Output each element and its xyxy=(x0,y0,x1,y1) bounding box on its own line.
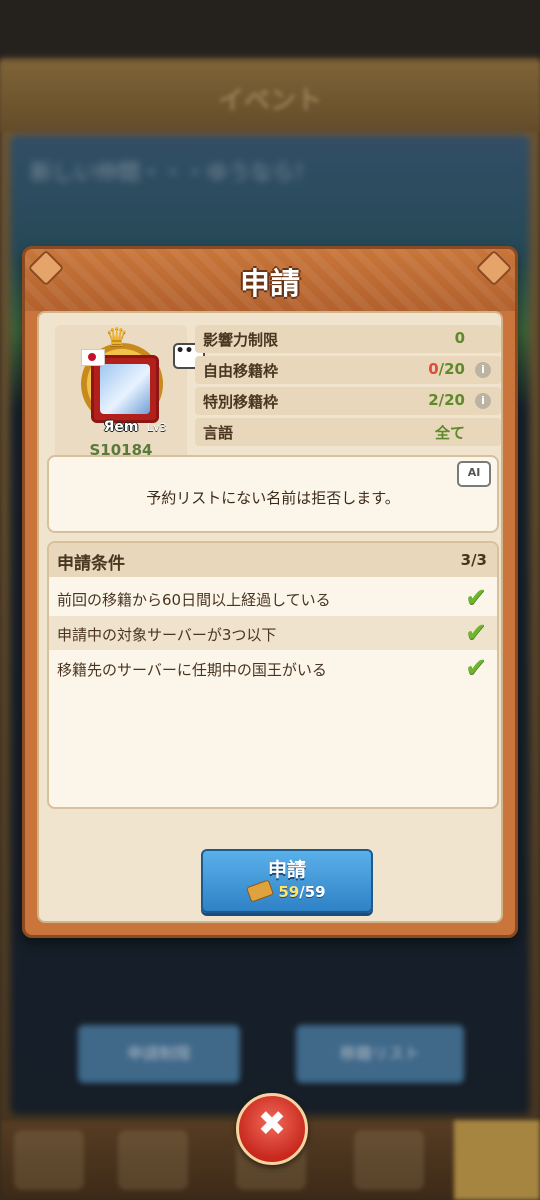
check-icon: ✔ xyxy=(465,653,487,683)
check-icon: ✔ xyxy=(465,618,487,648)
description-text: 予約リストにない名前は拒否します。 xyxy=(146,489,400,507)
condition-text: 前回の移籍から60日間以上経過している xyxy=(57,591,331,609)
japan-flag-icon xyxy=(81,349,105,366)
info-icon[interactable]: i xyxy=(475,362,491,378)
cost-total: /59 xyxy=(299,883,326,901)
check-icon: ✔ xyxy=(465,583,487,613)
conditions-header: 申請条件 3/3 xyxy=(49,543,497,577)
avatar-image xyxy=(100,364,150,414)
crown-icon: ♛ xyxy=(105,323,129,353)
dialog-titlebar: 申請 xyxy=(25,249,515,311)
info-label: 影響力制限 xyxy=(203,331,279,349)
apply-cost: 59/59 xyxy=(203,879,371,903)
player-name: Яem xyxy=(103,419,139,435)
info-value: 0/20 xyxy=(428,360,465,378)
apply-dialog: 申請 ♛ ••• Яem Lv3 S10184 影響力制限 0 自由移籍枠 0/… xyxy=(22,246,518,938)
player-avatar-card[interactable]: ♛ ••• Яem Lv3 S10184 xyxy=(55,323,205,463)
apply-button[interactable]: 申請 59/59 xyxy=(201,849,373,913)
ai-translate-icon[interactable]: AI xyxy=(457,461,491,487)
info-label: 言語 xyxy=(203,424,234,442)
dialog-title: 申請 xyxy=(240,267,300,302)
close-button[interactable]: ✖ xyxy=(236,1093,308,1165)
info-row-special-transfer: 特別移籍枠 2/20 i xyxy=(195,387,501,415)
close-icon: ✖ xyxy=(257,1104,287,1144)
info-value: 全て xyxy=(434,424,465,442)
condition-row: 前回の移籍から60日間以上経過している ✔ xyxy=(49,581,497,615)
apply-button-label: 申請 xyxy=(267,859,306,881)
info-row-language: 言語 全て xyxy=(195,418,501,446)
ticket-icon xyxy=(246,879,275,903)
info-row-free-transfer: 自由移籍枠 0/20 i xyxy=(195,356,501,384)
level-badge: Lv3 xyxy=(147,421,167,434)
conditions-box: 申請条件 3/3 前回の移籍から60日間以上経過している ✔ 申請中の対象サーバ… xyxy=(47,541,499,809)
condition-row: 移籍先のサーバーに任期中の国王がいる ✔ xyxy=(49,651,497,685)
info-label: 特別移籍枠 xyxy=(203,393,279,411)
info-value-total: /20 xyxy=(438,360,465,378)
dialog-body: ♛ ••• Яem Lv3 S10184 影響力制限 0 自由移籍枠 0/20 … xyxy=(37,311,503,923)
cost-have: 59 xyxy=(278,883,300,901)
info-row-influence-limit: 影響力制限 0 xyxy=(195,325,501,353)
condition-text: 移籍先のサーバーに任期中の国王がいる xyxy=(57,661,327,679)
dialog-frame: 申請 ♛ ••• Яem Lv3 S10184 影響力制限 0 自由移籍枠 0/… xyxy=(22,246,518,938)
info-value-current: 0 xyxy=(428,360,439,378)
info-value: 0 xyxy=(454,329,465,347)
info-icon[interactable]: i xyxy=(475,393,491,409)
condition-row: 申請中の対象サーバーが3つ以下 ✔ xyxy=(49,616,497,650)
conditions-title: 申請条件 xyxy=(57,554,125,574)
conditions-count: 3/3 xyxy=(460,551,487,569)
info-list: 影響力制限 0 自由移籍枠 0/20 i 特別移籍枠 2/20 i 言語 全て xyxy=(195,325,501,449)
info-value: 2/20 xyxy=(428,391,465,409)
description-box: AI 予約リストにない名前は拒否します。 xyxy=(47,455,499,533)
info-label: 自由移籍枠 xyxy=(203,362,279,380)
condition-text: 申請中の対象サーバーが3つ以下 xyxy=(57,626,277,644)
